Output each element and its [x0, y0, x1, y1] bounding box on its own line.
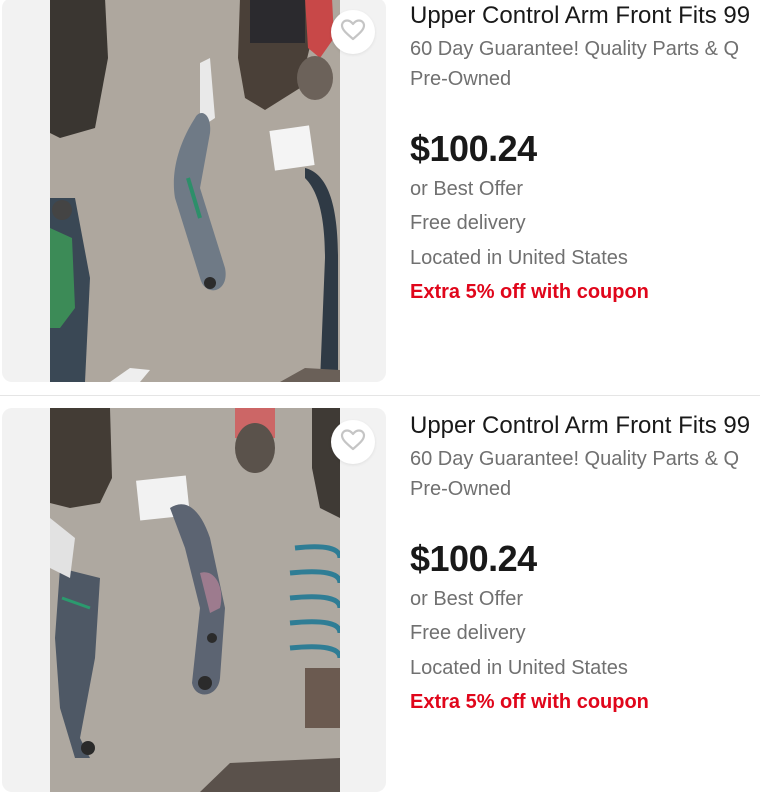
delivery-label: Free delivery [410, 622, 526, 644]
location-label: Located in United States [410, 247, 628, 269]
listing-price: $100.24 [410, 128, 537, 169]
listing-card[interactable]: Upper Control Arm Front Fits 99 60 Day G… [0, 408, 760, 793]
watch-button[interactable] [331, 10, 375, 54]
listing-card[interactable]: Upper Control Arm Front Fits 99 60 Day G… [0, 0, 760, 383]
heart-outline-icon [340, 428, 366, 457]
listing-image-container[interactable] [2, 0, 386, 382]
listing-divider [0, 395, 760, 396]
best-offer-label: or Best Offer [410, 588, 524, 610]
listing-title[interactable]: Upper Control Arm Front Fits 99 [410, 2, 750, 30]
listing-info: Upper Control Arm Front Fits 99 60 Day G… [410, 408, 760, 792]
best-offer-label: or Best Offer [410, 178, 524, 200]
heart-outline-icon [340, 18, 366, 47]
coupon-label: Extra 5% off with coupon [410, 691, 649, 713]
listing-photo[interactable] [50, 408, 340, 792]
listing-image-container[interactable] [2, 408, 386, 792]
listing-price: $100.24 [410, 538, 537, 579]
listing-photo[interactable] [50, 0, 340, 382]
listing-info: Upper Control Arm Front Fits 99 60 Day G… [410, 0, 760, 382]
coupon-label: Extra 5% off with coupon [410, 281, 649, 303]
listing-subtitle: 60 Day Guarantee! Quality Parts & Q [410, 448, 740, 470]
location-label: Located in United States [410, 657, 628, 679]
listing-title[interactable]: Upper Control Arm Front Fits 99 [410, 412, 750, 440]
watch-button[interactable] [331, 420, 375, 464]
listing-condition: Pre-Owned [410, 478, 512, 500]
listing-condition: Pre-Owned [410, 68, 512, 90]
delivery-label: Free delivery [410, 212, 526, 234]
listing-subtitle: 60 Day Guarantee! Quality Parts & Q [410, 38, 740, 60]
